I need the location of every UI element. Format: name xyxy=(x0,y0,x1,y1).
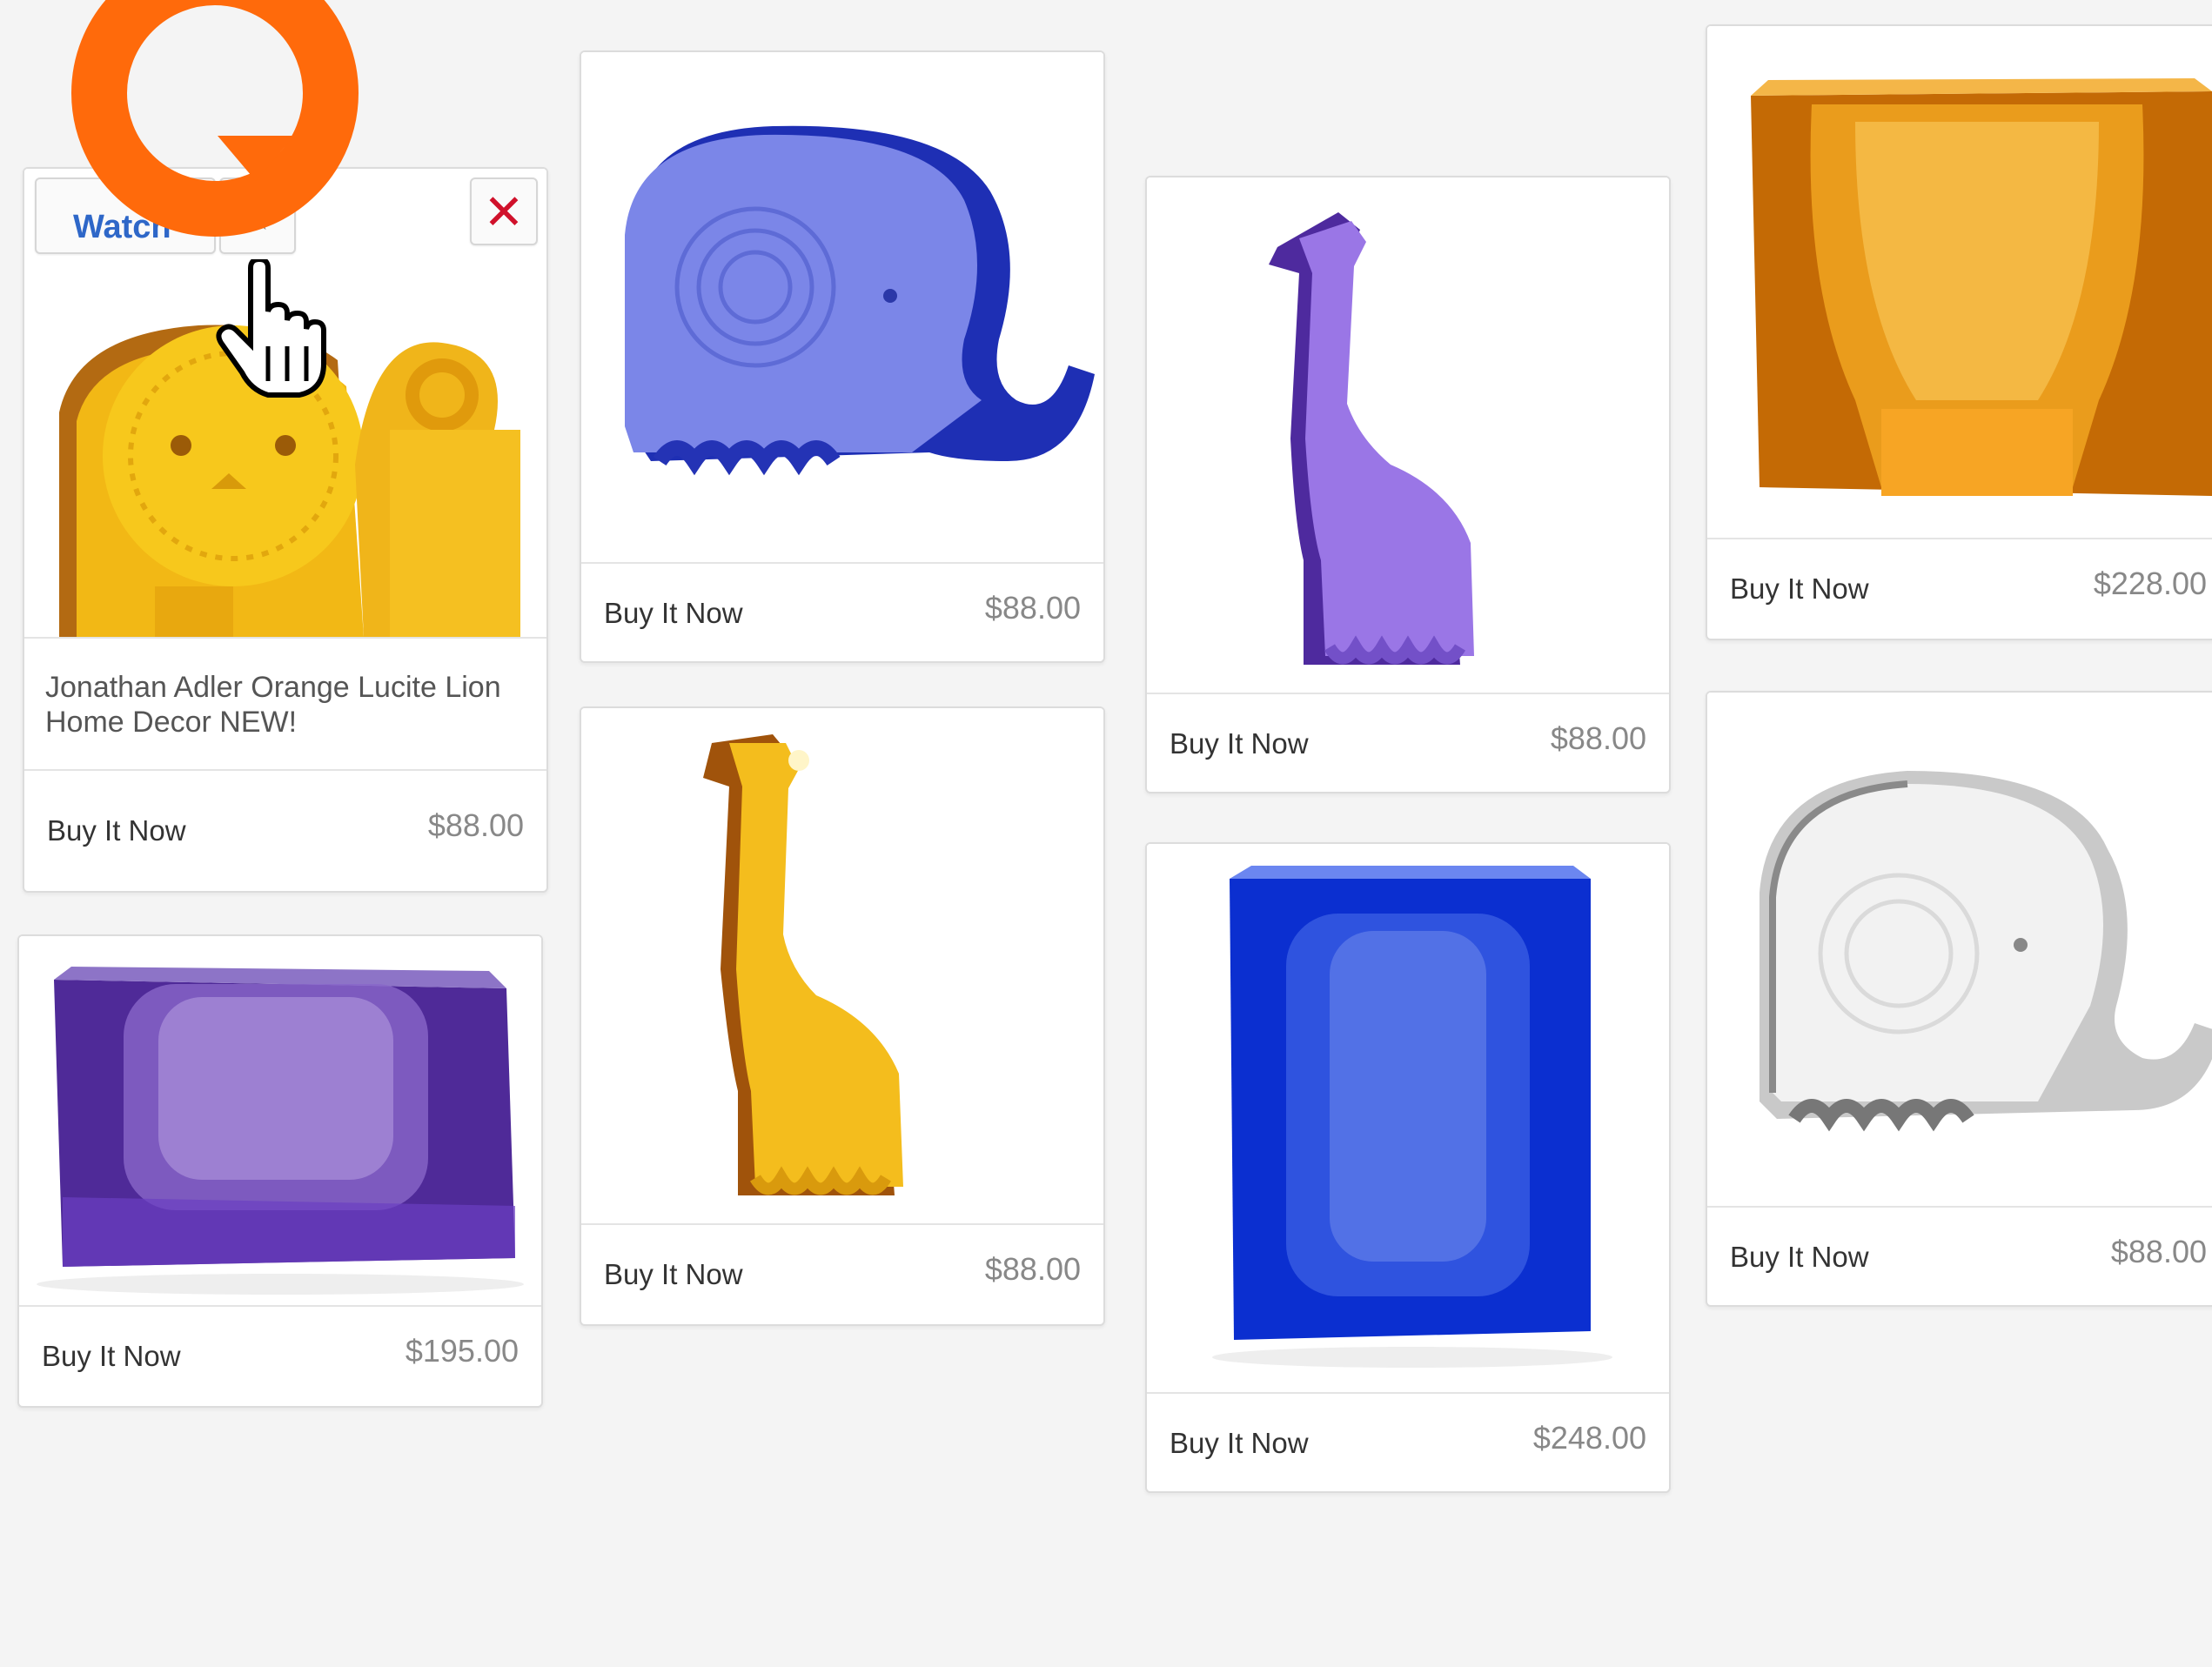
price-label: $88.00 xyxy=(984,1251,1081,1287)
highlight-arrow-icon xyxy=(218,136,294,181)
price-label: $195.00 xyxy=(405,1333,519,1369)
price-label: $88.00 xyxy=(2110,1234,2207,1269)
close-icon: ✕ xyxy=(483,184,525,239)
price-label: $228.00 xyxy=(2093,566,2207,601)
product-image-amber-vase[interactable] xyxy=(1707,26,2212,538)
price-label: $248.00 xyxy=(1532,1420,1646,1456)
price-label: $88.00 xyxy=(1550,720,1646,756)
buy-it-now-label: Buy It Now xyxy=(1170,727,1309,760)
buy-it-now-label: Buy It Now xyxy=(604,1258,743,1290)
price-label: $88.00 xyxy=(427,807,524,843)
product-card-amber-giraffe[interactable]: Buy It Now $88.00 xyxy=(580,706,1105,1326)
buy-it-now-label: Buy It Now xyxy=(1730,1241,1869,1273)
product-image-clear-elephant[interactable] xyxy=(1707,693,2212,1206)
product-image-blue-vase[interactable] xyxy=(1147,844,1669,1392)
product-card-purple-giraffe[interactable]: Buy It Now $88.00 xyxy=(1145,176,1671,793)
product-title[interactable]: Jonathan Adler Orange Lucite Lion Home D… xyxy=(45,670,529,740)
buy-it-now-label: Buy It Now xyxy=(1730,572,1869,605)
product-image-purple-vase[interactable] xyxy=(19,936,541,1305)
product-card-amber-vase[interactable]: Buy It Now $228.00 xyxy=(1706,24,2212,640)
product-card-blue-vase[interactable]: Buy It Now $248.00 xyxy=(1145,842,1671,1493)
product-card-blue-elephant[interactable]: Buy It Now $88.00 xyxy=(580,50,1105,663)
product-image-purple-giraffe[interactable] xyxy=(1147,177,1669,693)
product-card-purple-vase[interactable]: Buy It Now $195.00 xyxy=(17,934,543,1408)
close-button[interactable]: ✕ xyxy=(470,177,538,245)
price-label: $88.00 xyxy=(984,590,1081,626)
buy-it-now-label: Buy It Now xyxy=(604,597,743,629)
buy-it-now-label: Buy It Now xyxy=(1170,1427,1309,1459)
product-card-clear-elephant[interactable]: Buy It Now $88.00 xyxy=(1706,691,2212,1307)
buy-it-now-label: Buy It Now xyxy=(42,1340,181,1372)
product-image-blue-elephant[interactable] xyxy=(581,52,1103,562)
product-image-amber-giraffe[interactable] xyxy=(581,708,1103,1223)
buy-it-now-label: Buy It Now xyxy=(47,814,186,847)
hand-cursor-icon xyxy=(216,259,326,398)
